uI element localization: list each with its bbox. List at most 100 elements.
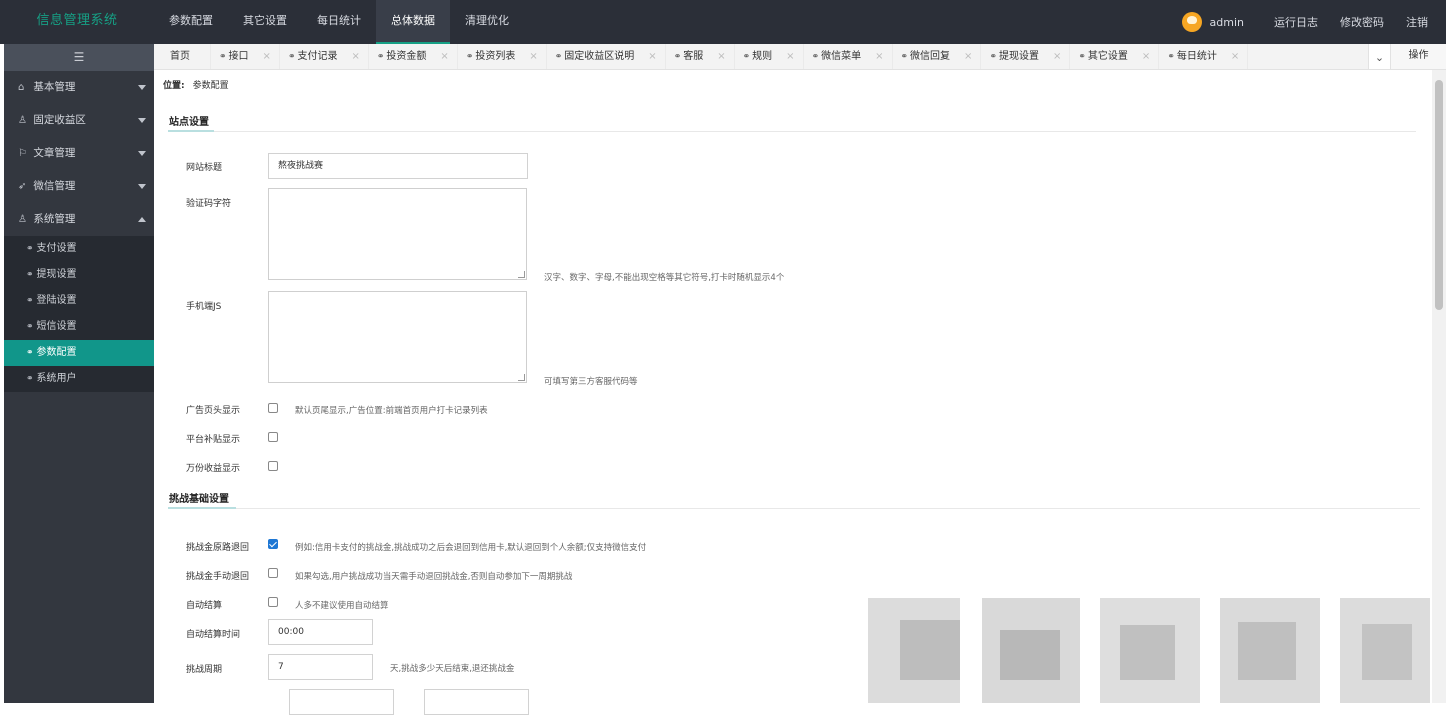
app-logo[interactable]: 信息管理系统 [0, 0, 154, 44]
mobile-js-label: 手机端JS [186, 302, 222, 312]
close-icon[interactable]: × [351, 51, 359, 62]
menu-icon[interactable]: ☰ [4, 44, 154, 71]
tab-label: 首页 [170, 51, 190, 62]
auto-settle-checkbox[interactable] [268, 597, 278, 607]
sidebar-group-label: 系统管理 [33, 213, 76, 225]
resize-grip[interactable] [518, 271, 525, 278]
auto-settle-hint: 人多不建议使用自动结算 [295, 601, 389, 611]
close-icon[interactable]: × [263, 51, 271, 62]
topnav-item-overall[interactable]: 总体数据 [376, 0, 450, 44]
tab-other-settings[interactable]: ⚭ 其它设置 × [1070, 44, 1160, 69]
tab-home[interactable]: 首页 [162, 44, 211, 69]
change-password-link[interactable]: 修改密码 [1340, 14, 1384, 30]
link-icon: ⚭ [287, 52, 296, 62]
run-log-link[interactable]: 运行日志 [1274, 14, 1318, 30]
sidebar-item-withdraw[interactable]: ⚭ 提现设置 [4, 262, 154, 288]
tab-label: 投资金额 [386, 51, 427, 62]
scrollbar[interactable] [1432, 70, 1446, 703]
close-icon[interactable]: × [875, 51, 883, 62]
site-title-input[interactable]: 熬夜挑战赛 [268, 153, 528, 179]
logout-link[interactable]: 注销 [1406, 14, 1428, 30]
sidebar-group-basic[interactable]: ⌂ 基本管理 [4, 71, 154, 104]
top-right: admin 运行日志 修改密码 注销 [1181, 0, 1446, 44]
tab-withdraw-settings[interactable]: ⚭ 提现设置 × [981, 44, 1071, 69]
extra-input-1[interactable] [289, 689, 394, 715]
username[interactable]: admin [1210, 16, 1244, 29]
tab-wechat-menu[interactable]: ⚭ 微信菜单 × [804, 44, 893, 69]
refund-original-checkbox[interactable] [268, 539, 278, 549]
tab-label: 每日统计 [1176, 51, 1217, 62]
close-icon[interactable]: × [717, 51, 725, 62]
close-icon[interactable]: × [1053, 51, 1061, 62]
top-nav: 参数配置 其它设置 每日统计 总体数据 清理优化 [154, 0, 524, 44]
tab-api[interactable]: ⚭ 接口 × [211, 44, 280, 69]
cycle-hint: 天,挑战多少天后结束,退还挑战金 [390, 664, 515, 674]
tab-customer-service[interactable]: ⚭ 客服 × [666, 44, 735, 69]
breadcrumb-prefix: 位置: [163, 81, 185, 91]
sidebar-group-label: 微信管理 [33, 180, 76, 192]
captcha-label: 验证码字符 [186, 199, 232, 209]
sidebar-item-login[interactable]: ⚭ 登陆设置 [4, 288, 154, 314]
tab-wechat-reply[interactable]: ⚭ 微信回复 × [893, 44, 982, 69]
refund-manual-hint: 如果勾选,用户挑战成功当天需手动退回挑战金,否则自动参加下一周期挑战 [295, 572, 573, 582]
tab-daily-stats[interactable]: ⚭ 每日统计 × [1159, 44, 1249, 69]
topnav-item-daily[interactable]: 每日统计 [302, 0, 376, 44]
ad-header-checkbox[interactable] [268, 403, 278, 413]
link-icon: ⚭ [1078, 52, 1086, 62]
tab-operations-button[interactable]: 操作 [1390, 44, 1446, 69]
sidebar-menu: ⌂ 基本管理 ♙ 固定收益区 ⚐ 文章管理 ➶ 微信管理 ♙ 系统管理 ⚭ 支付设… [4, 71, 154, 392]
scrollbar-thumb[interactable] [1435, 80, 1443, 310]
caret-down-icon [138, 184, 146, 189]
tab-invest-amount[interactable]: ⚭ 投资金额 × [369, 44, 458, 69]
tab-list: 首页 ⚭ 接口 × ⚭ 支付记录 × ⚭ 投资金额 × ⚭ 投资列表 × ⚭ 固定收益区说明 × ⚭… [162, 44, 1249, 69]
close-icon[interactable]: × [786, 51, 794, 62]
wanfen-label: 万份收益显示 [186, 464, 241, 474]
resize-grip[interactable] [518, 374, 525, 381]
cycle-input[interactable]: 7 [268, 654, 373, 680]
close-icon[interactable]: × [440, 51, 448, 62]
tab-label: 微信回复 [910, 51, 951, 62]
sidebar-group-fixed-income[interactable]: ♙ 固定收益区 [4, 104, 154, 137]
sidebar-item-sms[interactable]: ⚭ 短信设置 [4, 314, 154, 340]
close-icon[interactable]: × [964, 51, 972, 62]
section-title-site: 站点设置 [169, 117, 209, 128]
link-icon: ⚭ [26, 348, 34, 358]
captcha-textarea[interactable] [268, 188, 527, 280]
link-icon: ⚭ [554, 52, 563, 62]
ad-header-hint: 默认页尾显示,广告位置:前端首页用户打卡记录列表 [295, 406, 488, 416]
sidebar-item-label: 参数配置 [36, 347, 77, 358]
topnav-item-other[interactable]: 其它设置 [228, 0, 302, 44]
link-icon: ⚭ [26, 296, 34, 306]
tab-payment-records[interactable]: ⚭ 支付记录 × [280, 44, 369, 69]
topnav-item-params[interactable]: 参数配置 [154, 0, 228, 44]
sidebar-item-params[interactable]: ⚭ 参数配置 [4, 340, 154, 366]
sidebar-item-system-users[interactable]: ⚭ 系统用户 [4, 366, 154, 392]
auto-settle-label: 自动结算 [186, 601, 223, 611]
sidebar-item-payment[interactable]: ⚭ 支付设置 [4, 236, 154, 262]
tab-fixed-income-desc[interactable]: ⚭ 固定收益区说明 × [547, 44, 666, 69]
close-icon[interactable]: × [648, 51, 656, 62]
avatar[interactable] [1181, 12, 1202, 32]
tab-label: 接口 [228, 51, 249, 62]
extra-input-2[interactable] [424, 689, 529, 715]
tab-rules[interactable]: ⚭ 规则 × [735, 44, 804, 69]
platform-subsidy-checkbox[interactable] [268, 432, 278, 442]
wanfen-checkbox[interactable] [268, 461, 278, 471]
sidebar-group-system[interactable]: ♙ 系统管理 [4, 203, 154, 236]
topnav-item-cleanup[interactable]: 清理优化 [450, 0, 524, 44]
sidebar-group-wechat[interactable]: ➶ 微信管理 [4, 170, 154, 203]
refund-original-label: 挑战金原路退回 [186, 543, 250, 553]
close-icon[interactable]: × [1142, 51, 1150, 62]
mobile-js-textarea[interactable] [268, 291, 527, 383]
tab-bar: 首页 ⚭ 接口 × ⚭ 支付记录 × ⚭ 投资金额 × ⚭ 投资列表 × ⚭ 固定收益区说明 × ⚭… [154, 44, 1446, 70]
close-icon[interactable]: × [1231, 51, 1239, 62]
close-icon[interactable]: × [529, 51, 537, 62]
refund-manual-checkbox[interactable] [268, 568, 278, 578]
sidebar-group-article[interactable]: ⚐ 文章管理 [4, 137, 154, 170]
tab-invest-list[interactable]: ⚭ 投资列表 × [458, 44, 547, 69]
caret-down-icon [138, 85, 146, 90]
chevron-down-icon[interactable]: ⌄ [1368, 44, 1390, 69]
auto-settle-time-label: 自动结算时间 [186, 630, 241, 640]
sidebar-item-label: 提现设置 [36, 269, 77, 280]
auto-settle-time-input[interactable]: 00:00 [268, 619, 373, 645]
